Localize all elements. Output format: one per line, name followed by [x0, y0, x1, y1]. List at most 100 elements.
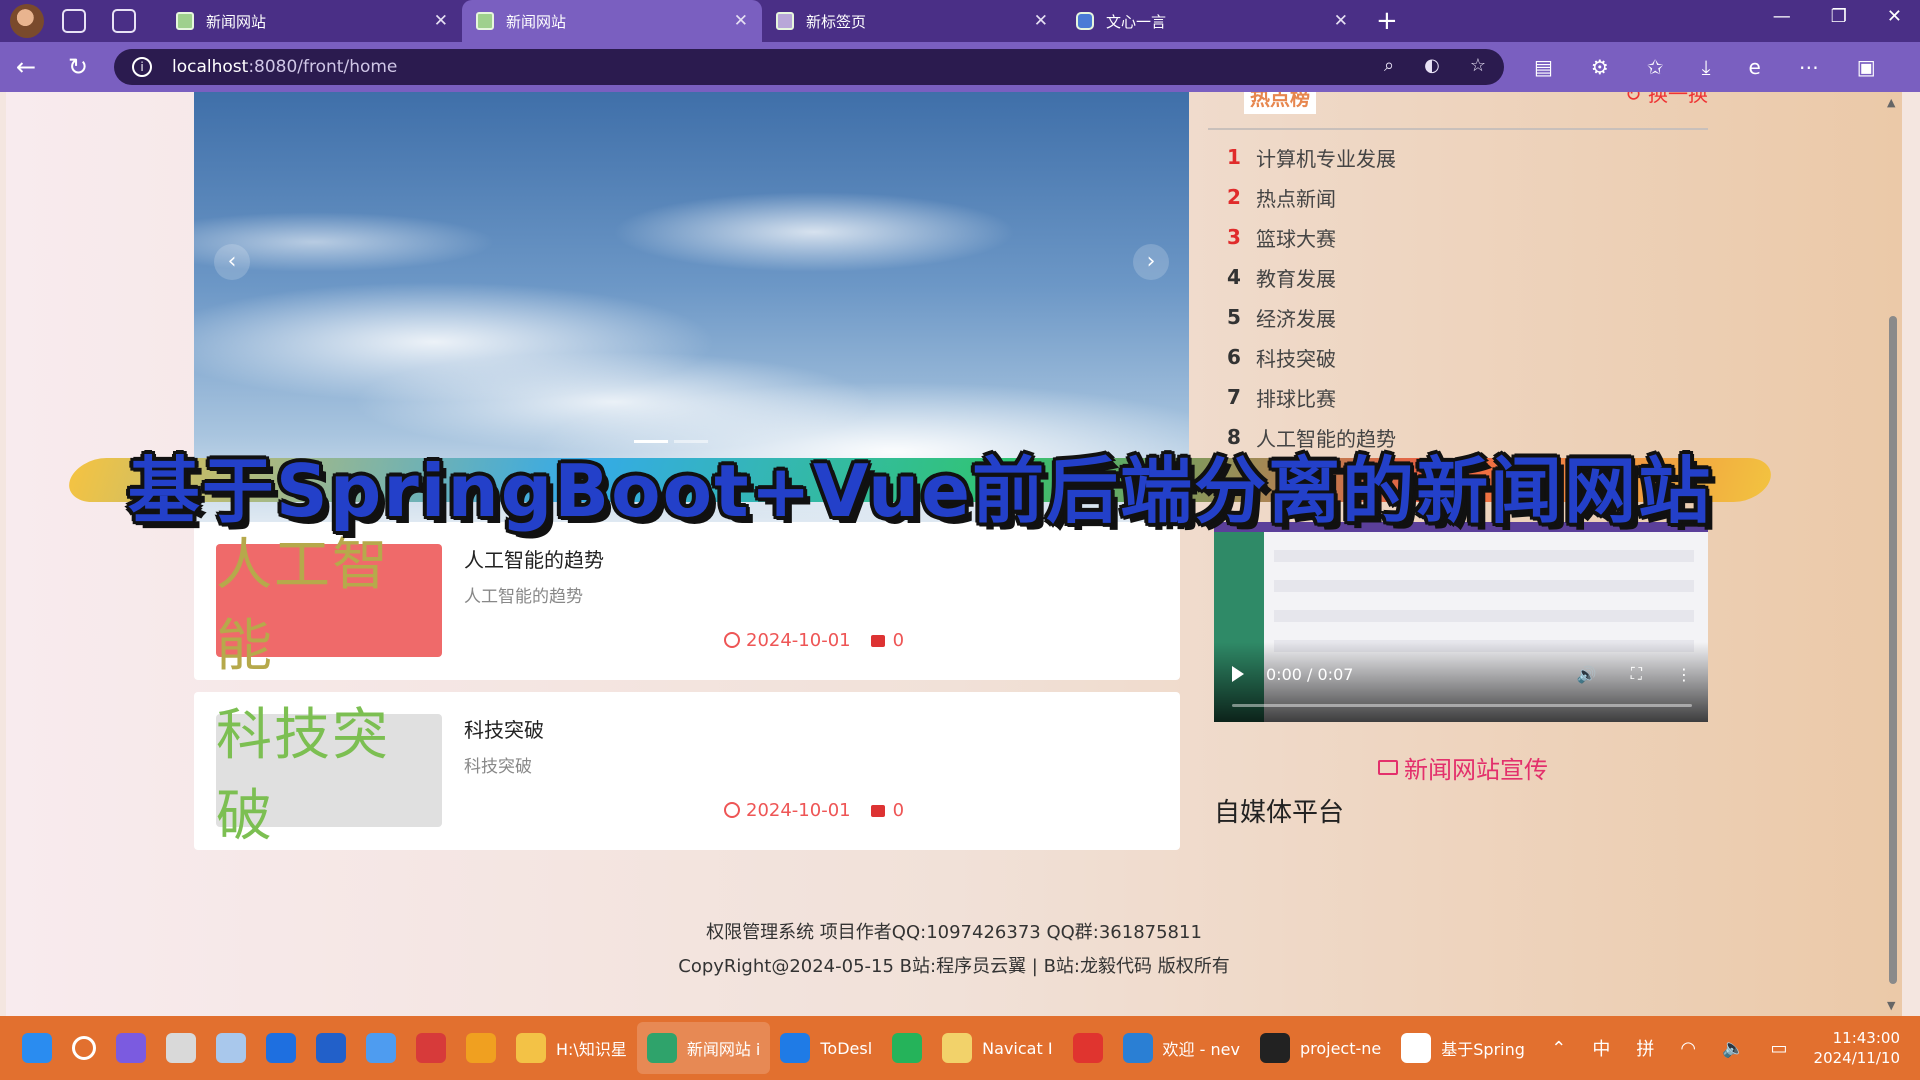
taskbar-wps[interactable] [1063, 1022, 1113, 1074]
taskbar-edge[interactable]: 新闻网站 i [636, 1022, 771, 1074]
restore-icon[interactable]: ❐ [1831, 6, 1847, 27]
hot-item-label[interactable]: 教育发展 [1256, 263, 1336, 292]
tab-wenxin[interactable]: 文心一言 ✕ [1062, 0, 1362, 42]
address-bar[interactable]: i localhost:8080/front/home ⌕ ◐ ☆ [114, 49, 1504, 85]
news-description: 科技突破 [464, 757, 532, 777]
profile-avatar[interactable] [10, 4, 44, 38]
refresh-button[interactable]: ↻ 换一换 [1625, 92, 1708, 107]
taskbar-typora[interactable]: 基于Spring [1391, 1022, 1535, 1074]
tab-close-icon[interactable]: ✕ [1334, 11, 1348, 31]
video-frame-row [1274, 580, 1694, 592]
taskbar-copilot[interactable] [106, 1022, 156, 1074]
video-camera-icon [1378, 760, 1398, 775]
taskbar-app-label: project-ne [1299, 1038, 1382, 1058]
section-title: 自媒体平台 [1214, 798, 1345, 828]
scrollbar-thumb[interactable] [1889, 316, 1897, 984]
taskbar-todesk[interactable]: ToDesl [770, 1022, 882, 1074]
news-card[interactable]: 科技突破 科技突破 科技突破 2024-10-01 0 [194, 692, 1180, 850]
taskbar-player[interactable] [882, 1022, 932, 1074]
typora-icon [1401, 1033, 1432, 1063]
video-more-icon[interactable]: ⋮ [1676, 665, 1692, 684]
hot-list-item[interactable]: 1 计算机专业发展 [1222, 137, 1702, 177]
reading-icon[interactable]: ▤ [1534, 55, 1553, 79]
zoom-icon[interactable]: ⌕ [1384, 55, 1394, 76]
close-window-icon[interactable]: ✕ [1887, 6, 1902, 27]
favorites-icon[interactable]: ✩ [1647, 55, 1664, 79]
rank-number: 5 [1227, 305, 1241, 329]
hot-list-item[interactable]: 5 经济发展 [1222, 297, 1702, 337]
taskbar-triangle-app[interactable] [456, 1022, 506, 1074]
hot-item-label[interactable]: 计算机专业发展 [1256, 143, 1396, 172]
ie-mode-icon[interactable]: e [1748, 55, 1760, 79]
taskbar-clock[interactable]: 11:43:00 2024/11/10 [1814, 1028, 1900, 1068]
sidebar-toggle-icon[interactable]: ▣ [1857, 55, 1876, 79]
hot-list-item[interactable]: 6 科技突破 [1222, 337, 1702, 377]
pin-icon [266, 1033, 296, 1063]
news-title[interactable]: 科技突破 [464, 714, 544, 743]
carousel-next-button[interactable]: › [1133, 244, 1169, 280]
hot-item-label[interactable]: 经济发展 [1256, 303, 1336, 332]
tab-close-icon[interactable]: ✕ [734, 11, 748, 31]
news-thumbnail[interactable]: 科技突破 [216, 703, 442, 849]
taskbar-folder[interactable]: H:\知识星 [506, 1022, 637, 1074]
tab-news-1[interactable]: 新闻网站 ✕ [162, 0, 462, 42]
battery-icon[interactable]: ▭ [1771, 1038, 1788, 1059]
taskbar-star-app[interactable] [406, 1022, 456, 1074]
fullscreen-icon[interactable]: ⛶ [1631, 664, 1642, 684]
tab-newtab[interactable]: 新标签页 ✕ [762, 0, 1062, 42]
ime-pinyin-indicator[interactable]: 拼 [1636, 1035, 1654, 1061]
taskbar-task-view[interactable] [156, 1022, 206, 1074]
taskbar-search[interactable] [62, 1022, 106, 1074]
chevron-up-icon[interactable]: ⌃ [1551, 1038, 1566, 1059]
taskbar-cloud[interactable] [206, 1022, 256, 1074]
hot-list-item[interactable]: 2 热点新闻 [1222, 177, 1702, 217]
wifi-icon[interactable]: ◠ [1680, 1038, 1696, 1059]
taskbar-windows-start[interactable] [12, 1022, 62, 1074]
video-progress-bar[interactable] [1232, 704, 1692, 707]
more-menu-icon[interactable]: ⋯ [1799, 55, 1819, 79]
tab-close-icon[interactable]: ✕ [1034, 11, 1048, 31]
collections-icon[interactable] [62, 9, 86, 33]
page-scrollbar[interactable]: ▲ ▼ [1884, 92, 1902, 1016]
favorite-star-icon[interactable]: ☆ [1470, 55, 1486, 76]
taskbar-pin[interactable] [256, 1022, 306, 1074]
hot-list-item[interactable]: 7 排球比赛 [1222, 377, 1702, 417]
taskbar-store[interactable] [306, 1022, 356, 1074]
play-icon[interactable] [1232, 666, 1244, 682]
hot-list-item[interactable]: 3 篮球大赛 [1222, 217, 1702, 257]
ime-mode-indicator[interactable]: 中 [1592, 1035, 1610, 1061]
promo-link[interactable]: 新闻网站宣传 [1378, 750, 1548, 785]
news-thumbnail[interactable]: 人工智能 [216, 533, 442, 679]
hot-item-label[interactable]: 排球比赛 [1256, 383, 1336, 412]
reload-icon[interactable]: ↻ [52, 53, 104, 81]
taskbar-bird[interactable] [356, 1022, 406, 1074]
new-tab-button[interactable]: + [1376, 6, 1398, 36]
scroll-down-icon[interactable]: ▼ [1887, 999, 1895, 1012]
tab-actions-icon[interactable] [112, 9, 136, 33]
downloads-icon[interactable]: ⤓ [1702, 55, 1711, 79]
read-aloud-icon[interactable]: ◐ [1424, 55, 1440, 76]
wps-icon [1072, 1033, 1103, 1063]
minimize-icon[interactable]: — [1773, 6, 1791, 27]
hot-item-label[interactable]: 科技突破 [1256, 343, 1336, 372]
back-icon[interactable]: ← [0, 53, 52, 81]
hot-item-label[interactable]: 篮球大赛 [1256, 223, 1336, 252]
extensions-icon[interactable]: ⚙ [1591, 55, 1609, 79]
scroll-up-icon[interactable]: ▲ [1887, 96, 1895, 109]
carousel-prev-button[interactable]: ‹ [214, 244, 250, 280]
news-card[interactable]: 人工智能 人工智能的趋势 人工智能的趋势 2024-10-01 0 [194, 522, 1180, 680]
volume-icon[interactable]: 🔊 [1577, 665, 1597, 684]
taskbar-app-label: H:\知识星 [556, 1040, 627, 1059]
taskbar-app-label: 基于Spring [1441, 1040, 1525, 1059]
volume-muted-icon[interactable]: 🔈 [1722, 1038, 1744, 1059]
hot-list-item[interactable]: 4 教育发展 [1222, 257, 1702, 297]
promo-video-player[interactable]: 0:00 / 0:07 🔊 ⛶ ⋮ [1214, 522, 1708, 722]
tab-news-2[interactable]: 新闻网站 ✕ [462, 0, 762, 42]
site-info-icon[interactable]: i [132, 57, 152, 77]
news-title[interactable]: 人工智能的趋势 [464, 544, 604, 573]
taskbar-navicat[interactable]: Navicat I [932, 1022, 1062, 1074]
taskbar-intellij[interactable]: project-ne [1250, 1022, 1391, 1074]
hot-item-label[interactable]: 热点新闻 [1256, 183, 1336, 212]
taskbar-vscode[interactable]: 欢迎 - nev [1113, 1022, 1250, 1074]
tab-close-icon[interactable]: ✕ [434, 11, 448, 31]
